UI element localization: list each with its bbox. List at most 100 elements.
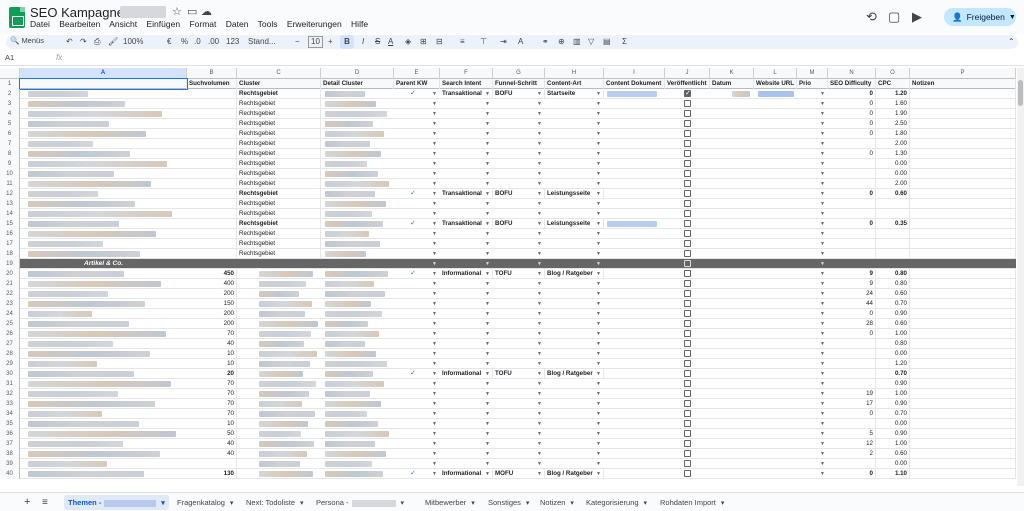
row-header[interactable]: 21 (0, 279, 20, 289)
prio-dropdown-icon[interactable]: ▼ (820, 409, 825, 419)
content-art-dropdown-icon[interactable]: ▼ (596, 409, 601, 419)
notes-cell[interactable] (910, 389, 1016, 399)
publish-checkbox[interactable] (684, 230, 691, 237)
search-intent-dropdown-icon[interactable]: ▼ (485, 119, 490, 129)
funnel-dropdown-icon[interactable]: ▼ (537, 159, 542, 169)
search-volume-cell[interactable]: 40 (187, 449, 237, 459)
funnel-dropdown-icon[interactable]: ▼ (537, 359, 542, 369)
cluster-cell[interactable]: Rechtsgebiet (237, 219, 321, 229)
dropdown-arrow-icon[interactable]: ▼ (820, 259, 825, 269)
seo-difficulty-cell[interactable]: 0 (828, 149, 876, 159)
history-icon[interactable]: ⟲ (866, 9, 877, 25)
search-volume-cell[interactable]: 200 (187, 309, 237, 319)
search-intent-dropdown-icon[interactable]: ▼ (485, 349, 490, 359)
content-art-dropdown-icon[interactable]: ▼ (596, 439, 601, 449)
currency-button[interactable]: € (167, 36, 171, 48)
seo-difficulty-cell[interactable] (828, 179, 876, 189)
seo-difficulty-cell[interactable] (828, 379, 876, 389)
parent-kw-dropdown-icon[interactable]: ▼ (432, 239, 437, 249)
header-cell-n[interactable]: SEO Difficulty (828, 79, 876, 89)
search-intent-dropdown-icon[interactable]: ▼ (485, 249, 490, 259)
search-intent-dropdown-icon[interactable]: ▼ (485, 439, 490, 449)
notes-cell[interactable] (910, 419, 1016, 429)
funnel-dropdown-icon[interactable]: ▼ (537, 339, 542, 349)
row-header[interactable]: 27 (0, 339, 20, 349)
cluster-cell[interactable]: Rechtsgebiet (237, 109, 321, 119)
prio-dropdown-icon[interactable]: ▼ (820, 179, 825, 189)
print-icon[interactable]: ⎙ (94, 36, 100, 48)
row-header[interactable]: 5 (0, 119, 20, 129)
row-header[interactable]: 2 (0, 89, 20, 99)
redo-icon[interactable]: ↷ (80, 36, 87, 48)
row-header[interactable]: 14 (0, 209, 20, 219)
publish-checkbox[interactable] (684, 300, 691, 307)
seo-difficulty-cell[interactable]: 9 (828, 269, 876, 279)
merge-icon[interactable]: ⊟ (436, 36, 443, 48)
publish-checkbox[interactable] (684, 350, 691, 357)
search-intent-dropdown-icon[interactable]: ▼ (485, 469, 490, 479)
search-intent-dropdown-icon[interactable]: ▼ (485, 359, 490, 369)
notes-cell[interactable] (910, 449, 1016, 459)
row-header[interactable]: 40 (0, 469, 20, 479)
prio-dropdown-icon[interactable]: ▼ (820, 359, 825, 369)
search-intent-dropdown-icon[interactable]: ▼ (485, 199, 490, 209)
prio-dropdown-icon[interactable]: ▼ (820, 89, 825, 99)
search-volume-cell[interactable] (187, 89, 237, 99)
name-box[interactable]: A1 (5, 53, 14, 62)
chevron-down-icon[interactable]: ▾ (642, 500, 647, 507)
parent-kw-dropdown-icon[interactable]: ▼ (432, 379, 437, 389)
search-intent-dropdown-icon[interactable]: ▼ (485, 289, 490, 299)
seo-difficulty-cell[interactable] (828, 459, 876, 469)
search-intent-dropdown-icon[interactable]: ▼ (485, 139, 490, 149)
parent-kw-dropdown-icon[interactable]: ▼ (432, 139, 437, 149)
prio-dropdown-icon[interactable]: ▼ (820, 449, 825, 459)
seo-difficulty-cell[interactable]: 28 (828, 319, 876, 329)
content-art-dropdown-icon[interactable]: ▼ (596, 159, 601, 169)
search-intent-dropdown-icon[interactable]: ▼ (485, 299, 490, 309)
content-art-dropdown-icon[interactable]: ▼ (596, 119, 601, 129)
funnel-dropdown-icon[interactable]: ▼ (537, 469, 542, 479)
chart-icon[interactable]: ▥ (573, 36, 581, 48)
funnel-dropdown-icon[interactable]: ▼ (537, 319, 542, 329)
row-header[interactable]: 7 (0, 139, 20, 149)
cluster-cell[interactable]: Rechtsgebiet (237, 129, 321, 139)
notes-cell[interactable] (910, 469, 1016, 479)
content-art-dropdown-icon[interactable]: ▼ (596, 239, 601, 249)
seo-difficulty-cell[interactable]: 0 (828, 219, 876, 229)
row-header[interactable]: 15 (0, 219, 20, 229)
cpc-cell[interactable]: 1.00 (876, 439, 910, 449)
prio-dropdown-icon[interactable]: ▼ (820, 209, 825, 219)
prio-dropdown-icon[interactable]: ▼ (820, 429, 825, 439)
parent-kw-dropdown-icon[interactable]: ▼ (432, 169, 437, 179)
parent-kw-dropdown-icon[interactable]: ▼ (432, 329, 437, 339)
content-art-dropdown-icon[interactable]: ▼ (596, 179, 601, 189)
search-intent-dropdown-icon[interactable]: ▼ (485, 279, 490, 289)
content-art-dropdown-icon[interactable]: ▼ (596, 149, 601, 159)
wrap-icon[interactable]: ⇥ (500, 36, 507, 48)
publish-checkbox[interactable] (684, 310, 691, 317)
content-art-dropdown-icon[interactable]: ▼ (596, 89, 601, 99)
row-header[interactable]: 26 (0, 329, 20, 339)
search-volume-cell[interactable] (187, 149, 237, 159)
funnel-dropdown-icon[interactable]: ▼ (537, 89, 542, 99)
content-art-dropdown-icon[interactable]: ▼ (596, 359, 601, 369)
funnel-dropdown-icon[interactable]: ▼ (537, 219, 542, 229)
tab-0[interactable]: Themen - ▾ (64, 495, 169, 510)
cpc-cell[interactable]: 0.70 (876, 409, 910, 419)
search-volume-cell[interactable] (187, 179, 237, 189)
prio-dropdown-icon[interactable]: ▼ (820, 379, 825, 389)
publish-checkbox[interactable] (684, 110, 691, 117)
search-volume-cell[interactable]: 450 (187, 269, 237, 279)
prio-dropdown-icon[interactable]: ▼ (820, 159, 825, 169)
search-volume-cell[interactable]: 40 (187, 339, 237, 349)
parent-kw-dropdown-icon[interactable]: ▼ (432, 179, 437, 189)
chevron-down-icon[interactable]: ▾ (298, 500, 304, 507)
cpc-cell[interactable]: 0.90 (876, 399, 910, 409)
cpc-cell[interactable]: 0.00 (876, 159, 910, 169)
search-volume-cell[interactable]: 70 (187, 409, 237, 419)
funnel-dropdown-icon[interactable]: ▼ (537, 269, 542, 279)
parent-kw-dropdown-icon[interactable]: ▼ (432, 369, 437, 379)
search-volume-cell[interactable] (187, 219, 237, 229)
header-cell-p[interactable]: Notizen (910, 79, 1016, 89)
funnel-dropdown-icon[interactable]: ▼ (537, 449, 542, 459)
